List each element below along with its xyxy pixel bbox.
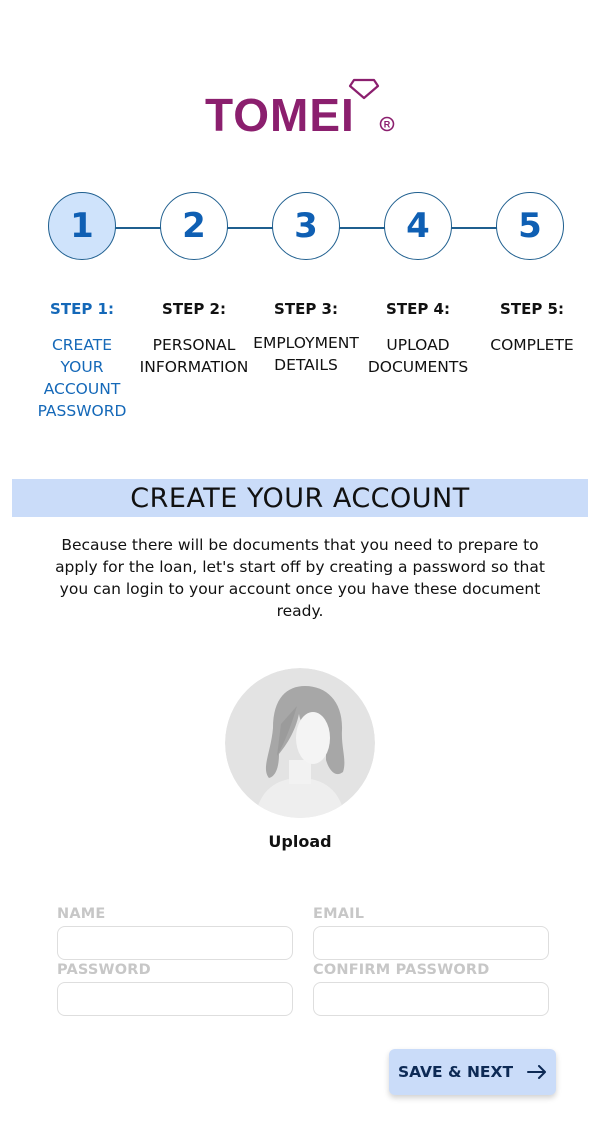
- step-heading: STEP 1:: [50, 300, 114, 318]
- step-heading: STEP 4:: [386, 300, 450, 318]
- step-heading: STEP 5:: [500, 300, 564, 318]
- svg-text:R: R: [384, 119, 391, 129]
- save-next-button[interactable]: SAVE & NEXT: [389, 1049, 556, 1095]
- section-title-banner: CREATE YOUR ACCOUNT: [12, 479, 588, 517]
- step-description: CREATE YOUR ACCOUNT PASSWORD: [22, 334, 142, 422]
- step-circle-2[interactable]: 2: [160, 192, 228, 260]
- name-input[interactable]: [57, 926, 293, 960]
- step-2-label-group: STEP 2: PERSONAL INFORMATION: [134, 300, 254, 378]
- email-label: EMAIL: [313, 906, 365, 922]
- step-description: COMPLETE: [472, 334, 592, 356]
- step-circle-1[interactable]: 1: [48, 192, 116, 260]
- step-3-label-group: STEP 3: EMPLOYMENT DETAILS: [246, 300, 366, 376]
- step-description-line: COMPLETE: [490, 336, 574, 354]
- step-number: 2: [182, 206, 206, 246]
- step-description-line: DOCUMENTS: [367, 358, 469, 376]
- step-description: UPLOAD DOCUMENTS: [358, 334, 478, 378]
- step-description: PERSONAL INFORMATION: [134, 334, 254, 378]
- brand-logo: TOMEI R: [0, 78, 600, 142]
- email-input[interactable]: [313, 926, 549, 960]
- confirm-password-label: CONFIRM PASSWORD: [313, 962, 490, 978]
- step-1-label-group: STEP 1: CREATE YOUR ACCOUNT PASSWORD: [22, 300, 142, 422]
- step-description-line: EMPLOYMENT: [253, 334, 359, 352]
- step-description-line: YOUR: [60, 358, 104, 376]
- progress-stepper: 1 2 3 4 5: [0, 192, 600, 266]
- upload-label[interactable]: Upload: [0, 832, 600, 851]
- step-description: EMPLOYMENT DETAILS: [246, 332, 366, 376]
- password-input[interactable]: [57, 982, 293, 1016]
- step-heading: STEP 2:: [162, 300, 226, 318]
- step-5-label-group: STEP 5: COMPLETE: [472, 300, 592, 356]
- step-number: 3: [294, 206, 318, 246]
- name-label: NAME: [57, 906, 106, 922]
- step-description-line: PASSWORD: [37, 402, 127, 420]
- logo-text: TOMEI: [205, 89, 355, 141]
- step-description-line: UPLOAD: [386, 336, 450, 354]
- step-number: 5: [518, 206, 542, 246]
- step-circle-3[interactable]: 3: [272, 192, 340, 260]
- intro-paragraph: Because there will be documents that you…: [55, 536, 545, 620]
- confirm-password-input[interactable]: [313, 982, 549, 1016]
- password-label: PASSWORD: [57, 962, 151, 978]
- step-4-label-group: STEP 4: UPLOAD DOCUMENTS: [358, 300, 478, 378]
- step-description-line: PERSONAL: [152, 336, 236, 354]
- avatar-upload[interactable]: [225, 668, 375, 818]
- step-description-line: DETAILS: [274, 356, 338, 374]
- step-number: 4: [406, 206, 430, 246]
- step-heading: STEP 3:: [274, 300, 338, 318]
- save-next-label: SAVE & NEXT: [397, 1063, 514, 1081]
- avatar-placeholder-icon: [225, 668, 375, 818]
- step-number: 1: [70, 206, 94, 246]
- registered-mark-icon: R: [379, 116, 395, 132]
- arrow-right-icon: [527, 1065, 547, 1079]
- step-description-line: CREATE: [51, 336, 113, 354]
- step-description-line: ACCOUNT: [43, 380, 121, 398]
- step-circle-5[interactable]: 5: [496, 192, 564, 260]
- step-circle-4[interactable]: 4: [384, 192, 452, 260]
- step-description-line: INFORMATION: [139, 358, 249, 376]
